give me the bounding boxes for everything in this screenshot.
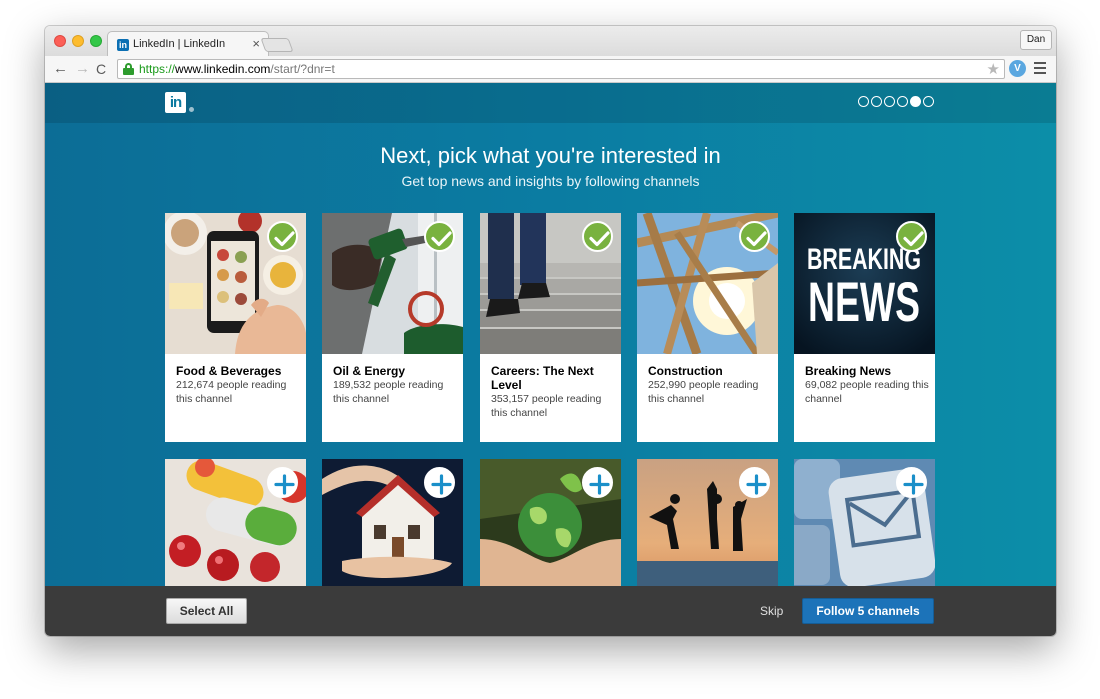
- back-icon[interactable]: ←: [53, 60, 68, 78]
- step-dot: [897, 96, 908, 107]
- add-plus-icon[interactable]: [896, 467, 927, 498]
- new-tab-button[interactable]: [260, 38, 294, 52]
- channel-card-construction[interactable]: Construction 252,990 people reading this…: [637, 213, 778, 442]
- tab-strip: in LinkedIn | LinkedIn × Dan: [45, 26, 1056, 57]
- page-header: in: [45, 83, 1056, 123]
- browser-window: in LinkedIn | LinkedIn × Dan ← → C https…: [45, 26, 1056, 636]
- channel-readers: 353,157 people reading this channel: [491, 393, 602, 419]
- extension-icon[interactable]: V: [1009, 60, 1026, 77]
- bookmark-star-icon[interactable]: ★: [987, 60, 1000, 78]
- channel-title: Breaking News: [805, 364, 892, 378]
- channel-card-oil-energy[interactable]: Oil & Energy 189,532 people reading this…: [322, 213, 463, 442]
- logo-trademark-dot: [189, 107, 194, 112]
- step-dot: [910, 96, 921, 107]
- browser-tab[interactable]: in LinkedIn | LinkedIn ×: [107, 31, 269, 57]
- step-progress-dots: [858, 96, 934, 107]
- selected-check-icon[interactable]: [267, 221, 298, 252]
- channel-title: Food & Beverages: [176, 364, 282, 378]
- channel-readers: 212,674 people reading this channel: [176, 379, 287, 405]
- url-text: https://www.linkedin.com/start/?dnr=t: [139, 62, 335, 76]
- channel-card-breaking-news[interactable]: BREAKING NEWS Breaking News 69,082 peopl…: [794, 213, 935, 442]
- skip-link[interactable]: Skip: [760, 604, 783, 618]
- step-dot: [871, 96, 882, 107]
- address-bar[interactable]: https://www.linkedin.com/start/?dnr=t ★: [117, 59, 1005, 79]
- profile-button[interactable]: Dan: [1020, 30, 1052, 50]
- tab-close-icon[interactable]: ×: [252, 36, 260, 51]
- step-dot: [884, 96, 895, 107]
- add-plus-icon[interactable]: [267, 467, 298, 498]
- bottom-action-bar: Select All Skip Follow 5 channels: [45, 586, 1056, 636]
- channel-readers: 69,082 people reading this channel: [805, 379, 929, 405]
- channel-card-food[interactable]: Food & Beverages 212,674 people reading …: [165, 213, 306, 442]
- add-plus-icon[interactable]: [424, 467, 455, 498]
- forward-icon[interactable]: →: [75, 60, 90, 78]
- selected-check-icon[interactable]: [896, 221, 927, 252]
- menu-icon[interactable]: [1034, 62, 1046, 74]
- select-all-button[interactable]: Select All: [166, 598, 247, 624]
- tab-title: LinkedIn | LinkedIn: [133, 38, 226, 50]
- selected-check-icon[interactable]: [424, 221, 455, 252]
- news-text: NEWS: [808, 270, 920, 333]
- follow-channels-button[interactable]: Follow 5 channels: [802, 598, 934, 624]
- linkedin-favicon-icon: in: [117, 39, 129, 51]
- browser-toolbar: ← → C https://www.linkedin.com/start/?dn…: [45, 56, 1056, 83]
- close-window-button[interactable]: [54, 35, 66, 47]
- reload-icon[interactable]: C: [96, 60, 106, 78]
- channel-title: Construction: [648, 364, 723, 378]
- add-plus-icon[interactable]: [582, 467, 613, 498]
- channel-readers: 252,990 people reading this channel: [648, 379, 759, 405]
- zoom-window-button[interactable]: [90, 35, 102, 47]
- selected-check-icon[interactable]: [739, 221, 770, 252]
- selected-check-icon[interactable]: [582, 221, 613, 252]
- channel-title: Oil & Energy: [333, 364, 406, 378]
- step-dot: [923, 96, 934, 107]
- channel-title: Careers: The Next Level: [491, 364, 594, 392]
- linkedin-logo-icon[interactable]: in: [165, 92, 186, 113]
- add-plus-icon[interactable]: [739, 467, 770, 498]
- page-title: Next, pick what you're interested in: [380, 143, 721, 168]
- minimize-window-button[interactable]: [72, 35, 84, 47]
- page-subtitle: Get top news and insights by following c…: [401, 173, 700, 189]
- step-dot: [858, 96, 869, 107]
- page-content: in Next, pick what you're interested in …: [45, 83, 1056, 636]
- channel-readers: 189,532 people reading this channel: [333, 379, 444, 405]
- secure-lock-icon: [123, 63, 134, 75]
- channel-card-careers[interactable]: Careers: The Next Level 353,157 people r…: [480, 213, 621, 442]
